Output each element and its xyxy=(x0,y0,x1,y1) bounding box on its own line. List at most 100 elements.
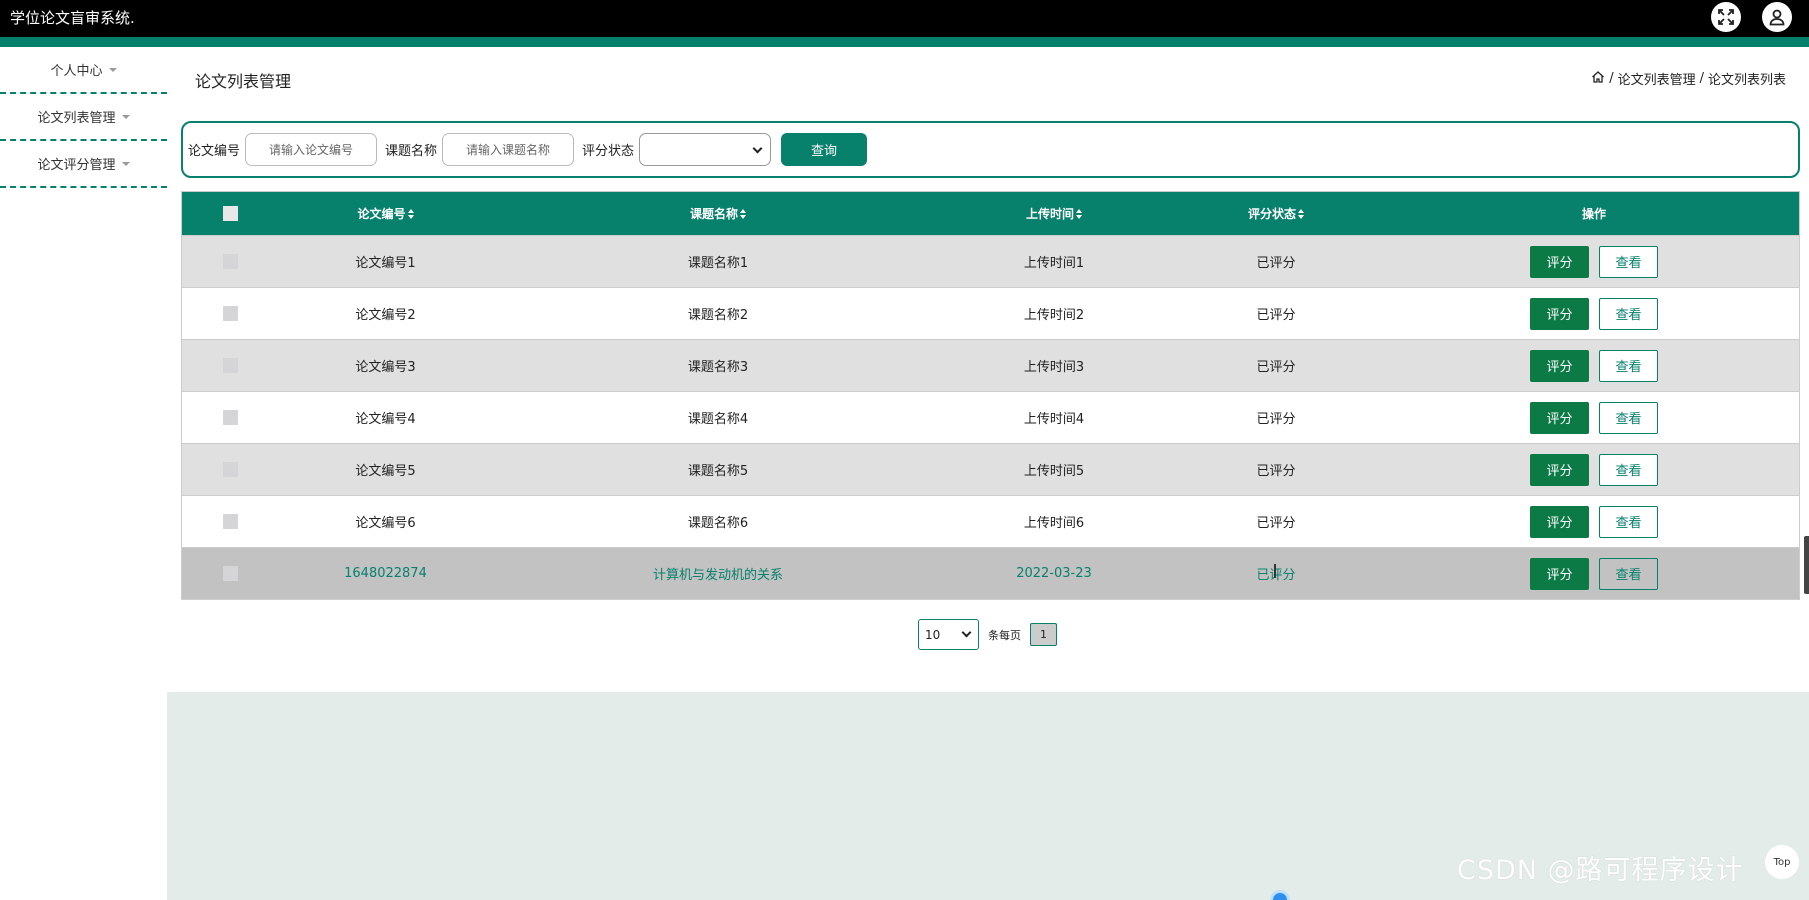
breadcrumb-item[interactable]: 论文列表管理 xyxy=(1618,69,1696,88)
sort-icon[interactable] xyxy=(740,208,746,219)
sidebar-item-paper-rating[interactable]: 论文评分管理 xyxy=(0,141,167,188)
status-label: 评分状态 xyxy=(582,144,635,159)
rate-button[interactable]: 评分 xyxy=(1530,297,1589,330)
cell-upload-time: 上传时间3 xyxy=(1023,360,1085,375)
breadcrumb-item-current: 论文列表列表 xyxy=(1707,73,1786,88)
view-button[interactable]: 查看 xyxy=(1599,401,1658,434)
breadcrumb-separator: / xyxy=(1699,71,1704,86)
breadcrumb: / 论文列表管理 / 论文列表列表 xyxy=(1591,69,1786,88)
cell-upload-time: 上传时间1 xyxy=(1023,256,1085,271)
cell-status: 已评分 xyxy=(1256,360,1296,375)
topic-input[interactable] xyxy=(442,133,575,166)
cell-status: 已评分 xyxy=(1256,308,1296,323)
page-size-select[interactable]: 10 xyxy=(918,619,979,650)
cell-paper-no: 论文编号4 xyxy=(355,412,416,427)
table-row: 论文编号3 课题名称3 上传时间3 已评分 评分 查看 xyxy=(182,339,1799,391)
sidebar-item-label: 论文评分管理 xyxy=(37,158,116,173)
column-header-paper-no[interactable]: 论文编号 xyxy=(278,192,493,235)
row-checkbox[interactable] xyxy=(222,306,238,321)
cell-upload-time: 2022-03-23 xyxy=(1016,566,1092,581)
table-row: 论文编号5 课题名称5 上传时间5 已评分 评分 查看 xyxy=(182,443,1799,495)
page-title: 论文列表管理 xyxy=(195,72,292,91)
top-bar: 学位论文盲审系统. xyxy=(0,0,1809,37)
sidebar-item-label: 论文列表管理 xyxy=(37,111,116,126)
row-checkbox[interactable] xyxy=(222,254,238,269)
sidebar: 个人中心 论文列表管理 论文评分管理 xyxy=(0,47,167,188)
sort-icon[interactable] xyxy=(1076,208,1082,219)
cell-topic: 课题名称2 xyxy=(687,308,749,323)
watermark: CSDN @路可程序设计 xyxy=(1457,855,1744,886)
column-header-status[interactable]: 评分状态 xyxy=(1165,192,1387,235)
table-row: 论文编号6 课题名称6 上传时间6 已评分 评分 查看 xyxy=(182,495,1799,547)
home-icon[interactable] xyxy=(1591,70,1605,88)
table-row-hovered: 1648022874 计算机与发动机的关系 2022-03-23 已评分 评分查… xyxy=(182,547,1799,599)
back-to-top-button[interactable]: Top xyxy=(1765,845,1799,879)
caret-down-icon xyxy=(121,161,130,166)
cell-paper-no: 论文编号3 xyxy=(355,360,416,375)
view-button[interactable]: 查看 xyxy=(1599,349,1658,382)
view-button[interactable]: 查看 xyxy=(1599,297,1658,330)
row-checkbox[interactable] xyxy=(222,566,238,581)
table-row: 论文编号4 课题名称4 上传时间4 已评分 评分 查看 xyxy=(182,391,1799,443)
page-number-button[interactable]: 1 xyxy=(1030,623,1057,646)
row-checkbox[interactable] xyxy=(222,462,238,477)
scrollbar-handle[interactable] xyxy=(1804,536,1809,594)
chevron-down-icon xyxy=(752,143,763,154)
cell-paper-no: 论文编号5 xyxy=(355,464,416,479)
fullscreen-icon[interactable] xyxy=(1711,2,1741,32)
cell-upload-time: 上传时间4 xyxy=(1023,412,1085,427)
row-checkbox[interactable] xyxy=(222,410,238,425)
pagination: 10 条每页 1 xyxy=(918,619,1057,650)
cell-paper-no: 1648022874 xyxy=(344,566,427,581)
text-cursor-icon xyxy=(1274,564,1276,578)
rate-button[interactable]: 评分 xyxy=(1530,245,1589,278)
cell-topic: 课题名称3 xyxy=(687,360,749,375)
rate-button[interactable]: 评分 xyxy=(1530,453,1589,486)
table-row: 论文编号1 课题名称1 上传时间1 已评分 评分 查看 xyxy=(182,235,1799,287)
sidebar-item-personal-center[interactable]: 个人中心 xyxy=(0,47,167,94)
per-page-label: 条每页 xyxy=(988,628,1021,642)
view-button[interactable]: 查看 xyxy=(1599,245,1658,278)
cell-status: 已评分 xyxy=(1256,412,1296,427)
cell-topic: 课题名称1 xyxy=(687,256,749,271)
rate-button[interactable]: 评分 xyxy=(1530,557,1589,590)
column-header-topic[interactable]: 课题名称 xyxy=(493,192,943,235)
rate-button[interactable]: 评分 xyxy=(1530,505,1589,538)
view-button[interactable]: 查看 xyxy=(1599,453,1658,486)
view-button[interactable]: 查看 xyxy=(1599,557,1658,590)
status-select[interactable] xyxy=(639,133,772,166)
paper-no-label: 论文编号 xyxy=(188,144,241,159)
cell-status: 已评分 xyxy=(1256,256,1296,271)
sidebar-item-paper-list[interactable]: 论文列表管理 xyxy=(0,94,167,141)
caret-down-icon xyxy=(108,67,117,72)
cell-upload-time: 上传时间2 xyxy=(1023,308,1085,323)
sort-icon[interactable] xyxy=(1298,208,1304,219)
cell-paper-no: 论文编号2 xyxy=(355,308,416,323)
cell-topic: 计算机与发动机的关系 xyxy=(652,568,783,583)
column-header-upload-time[interactable]: 上传时间 xyxy=(943,192,1165,235)
sort-icon[interactable] xyxy=(407,208,414,219)
cell-upload-time: 上传时间5 xyxy=(1023,464,1085,479)
paper-no-input[interactable] xyxy=(245,133,378,166)
chevron-down-icon xyxy=(961,627,972,638)
topic-label: 课题名称 xyxy=(385,144,438,159)
rate-button[interactable]: 评分 xyxy=(1530,401,1589,434)
cell-status: 已评分 xyxy=(1165,548,1387,599)
caret-down-icon xyxy=(121,114,130,119)
page-size-value: 10 xyxy=(925,627,941,642)
view-button[interactable]: 查看 xyxy=(1599,505,1658,538)
rate-button[interactable]: 评分 xyxy=(1530,349,1589,382)
cell-topic: 课题名称4 xyxy=(687,412,749,427)
query-button[interactable]: 查询 xyxy=(781,133,868,166)
select-all-checkbox[interactable] xyxy=(222,206,238,221)
breadcrumb-separator: / xyxy=(1609,71,1614,86)
cell-status: 已评分 xyxy=(1256,464,1296,479)
user-icon[interactable] xyxy=(1762,2,1792,32)
column-header-actions: 操作 xyxy=(1581,207,1606,221)
cell-topic: 课题名称5 xyxy=(687,464,749,479)
sidebar-item-label: 个人中心 xyxy=(50,64,103,79)
row-checkbox[interactable] xyxy=(222,514,238,529)
row-checkbox[interactable] xyxy=(222,358,238,373)
cell-status: 已评分 xyxy=(1256,516,1296,531)
search-panel: 论文编号 课题名称 评分状态 查询 xyxy=(181,121,1800,178)
